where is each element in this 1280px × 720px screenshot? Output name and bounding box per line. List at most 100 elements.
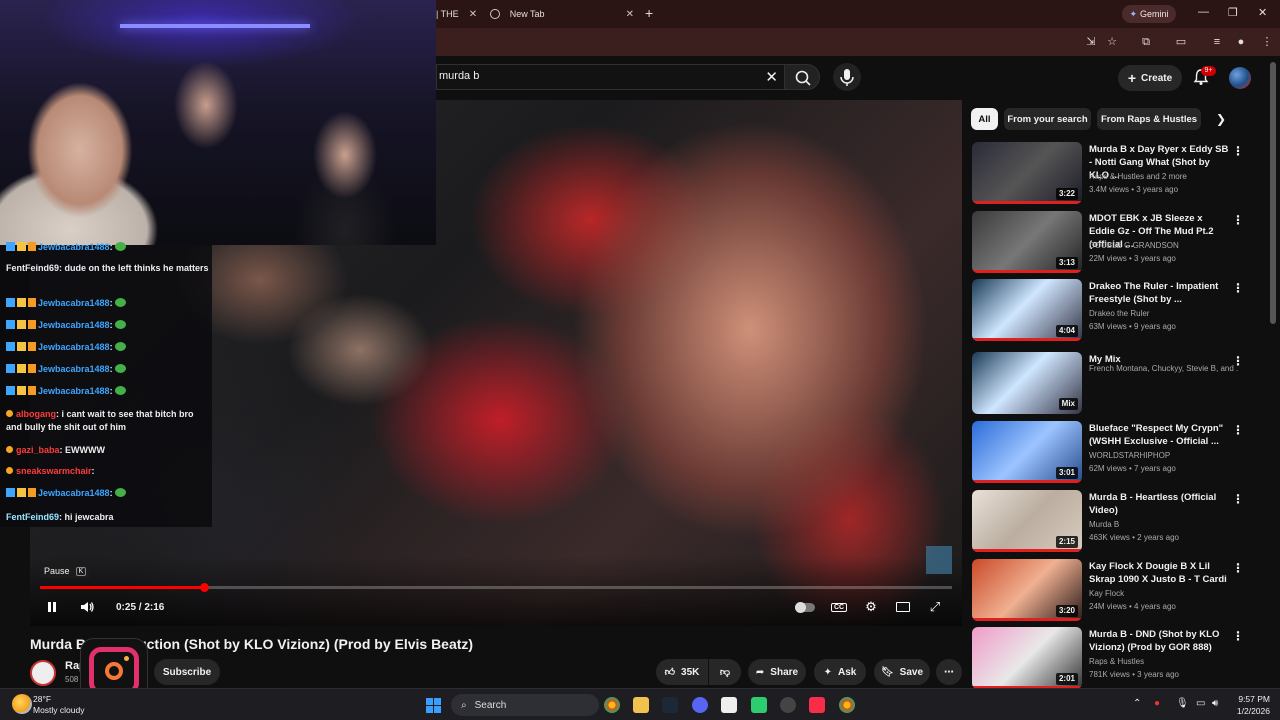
chat-username[interactable]: Jewbacabra1488 xyxy=(38,386,110,396)
gemini-button[interactable]: ✦ Gemini xyxy=(1122,5,1176,23)
obs-icon[interactable] xyxy=(780,697,796,713)
menu-kebab-icon[interactable]: ⋮ xyxy=(1260,35,1274,49)
reading-list-icon[interactable]: ≡ xyxy=(1210,35,1224,49)
settings-button[interactable]: ⚙ xyxy=(860,597,882,617)
extensions-icon[interactable]: ⧉ xyxy=(1139,35,1153,49)
chat-username[interactable]: Jewbacabra1488 xyxy=(38,242,110,252)
recommendation-channel[interactable]: DOUBLE G GRANDSON xyxy=(1089,241,1239,250)
side-panel-icon[interactable]: ▭ xyxy=(1174,35,1188,49)
chat-username[interactable]: FentFeind69 xyxy=(6,263,59,273)
recommendation-item[interactable]: 3:20 Kay Flock X Dougie B X Lil Skrap 109… xyxy=(972,559,1260,623)
taskbar-search[interactable]: ⌕ Search xyxy=(451,694,599,716)
chrome-icon[interactable] xyxy=(604,697,620,713)
start-button[interactable] xyxy=(426,698,441,713)
recommendation-channel[interactable]: Raps & Hustles and 2 more xyxy=(1089,172,1239,181)
page-scrollbar[interactable] xyxy=(1270,62,1276,324)
chat-username[interactable]: Jewbacabra1488 xyxy=(38,364,110,374)
video-thumbnail[interactable]: 2:01 xyxy=(972,627,1082,689)
autoplay-toggle[interactable] xyxy=(794,597,816,617)
chat-username[interactable]: sneakswarmchair xyxy=(16,466,92,476)
video-thumbnail[interactable]: Mix xyxy=(972,352,1082,414)
chat-username[interactable]: albogang xyxy=(16,409,56,419)
profile-icon[interactable]: ● xyxy=(1234,35,1248,49)
recommendation-item[interactable]: 4:04 Drakeo The Ruler - Impatient Freesty… xyxy=(972,279,1260,343)
pause-button[interactable] xyxy=(42,597,62,617)
video-thumbnail[interactable]: 3:01 xyxy=(972,421,1082,483)
search-button[interactable] xyxy=(784,64,820,90)
channel-avatar[interactable] xyxy=(30,660,56,686)
speaker-icon[interactable]: 🔊︎ xyxy=(1212,698,1218,709)
browser-tab-new[interactable]: New Tab ✕ xyxy=(484,2,634,26)
microphone-tray-icon[interactable]: 🎙︎ xyxy=(1176,698,1189,709)
capcut-icon[interactable] xyxy=(721,697,737,713)
ask-button[interactable]: ✦ Ask xyxy=(814,659,866,685)
recommendation-title[interactable]: Kay Flock X Dougie B X Lil Skrap 1090 X … xyxy=(1089,560,1229,586)
recommendation-channel[interactable]: WORLDSTARHIPHOP xyxy=(1089,451,1239,460)
restore-icon[interactable]: ❐ xyxy=(1228,6,1238,19)
video-thumbnail[interactable]: 3:13 xyxy=(972,211,1082,273)
install-icon[interactable]: ⇲ xyxy=(1084,35,1098,49)
chat-username[interactable]: Jewbacabra1488 xyxy=(38,342,110,352)
recommendation-item[interactable]: 2:01 Murda B - DND (Shot by KLO Vizionz) … xyxy=(972,627,1260,691)
more-options-icon[interactable]: ⋮ xyxy=(1232,354,1244,368)
recommendation-title[interactable]: Murda B - Heartless (Official Video) xyxy=(1089,491,1229,517)
music-icon[interactable] xyxy=(809,697,825,713)
recommendation-item[interactable]: Mix My Mix French Montana, Chuckyy, Stevie… xyxy=(972,352,1260,416)
bookmark-star-icon[interactable]: ☆ xyxy=(1105,35,1119,49)
captions-button[interactable]: CC xyxy=(828,597,850,617)
recommendation-channel[interactable]: Drakeo the Ruler xyxy=(1089,309,1239,318)
close-tab-icon[interactable]: ✕ xyxy=(626,9,634,20)
save-button[interactable]: 🔖︎ Save xyxy=(874,659,930,685)
video-thumbnail[interactable]: 3:22 xyxy=(972,142,1082,204)
discord-icon[interactable] xyxy=(692,697,708,713)
more-options-icon[interactable]: ⋮ xyxy=(1232,423,1244,437)
close-tab-icon[interactable]: ✕ xyxy=(469,9,477,20)
clear-search-icon[interactable]: ✕ xyxy=(765,68,778,86)
fullscreen-button[interactable]: ⤢ xyxy=(924,597,946,617)
create-button[interactable]: + Create xyxy=(1118,65,1182,91)
more-options-icon[interactable]: ⋮ xyxy=(1232,492,1244,506)
voice-search-button[interactable] xyxy=(833,63,861,91)
progress-bar[interactable] xyxy=(40,583,952,592)
share-button[interactable]: ➦ Share xyxy=(748,659,806,685)
search-input[interactable]: murda b ✕ xyxy=(436,64,784,90)
recommendation-title[interactable]: Blueface "Respect My Crypn" (WSHH Exclus… xyxy=(1089,422,1229,448)
chat-username[interactable]: Jewbacabra1488 xyxy=(38,298,110,308)
recommendation-title[interactable]: Drakeo The Ruler - Impatient Freestyle (… xyxy=(1089,280,1229,306)
chevron-right-icon[interactable]: ❯ xyxy=(1216,112,1226,126)
chat-username[interactable]: gazi_baba xyxy=(16,445,60,455)
channel-watermark[interactable] xyxy=(926,546,952,574)
recommendation-channel[interactable]: Murda B xyxy=(1089,520,1239,529)
chat-username[interactable]: Jewbacabra1488 xyxy=(38,320,110,330)
app-icon[interactable] xyxy=(751,697,767,713)
steam-icon[interactable] xyxy=(662,697,678,713)
recommendation-item[interactable]: 2:15 Murda B - Heartless (Official Video)… xyxy=(972,490,1260,554)
more-options-icon[interactable]: ⋮ xyxy=(1232,144,1244,158)
tray-overflow-icon[interactable]: ⌃ xyxy=(1133,698,1141,709)
address-bar[interactable] xyxy=(436,31,1076,53)
more-options-icon[interactable]: ⋮ xyxy=(1232,629,1244,643)
video-thumbnail[interactable]: 3:20 xyxy=(972,559,1082,621)
volume-button[interactable] xyxy=(76,597,98,617)
more-options-icon[interactable]: ⋮ xyxy=(1232,281,1244,295)
new-tab-icon[interactable]: + xyxy=(645,5,653,21)
recommendation-title[interactable]: Murda B - DND (Shot by KLO Vizionz) (Pro… xyxy=(1089,628,1229,654)
recommendation-item[interactable]: 3:22 Murda B x Day Ryer x Eddy SB - Notti… xyxy=(972,142,1260,206)
file-explorer-icon[interactable] xyxy=(633,697,649,713)
recommendation-channel[interactable]: Kay Flock xyxy=(1089,589,1239,598)
recommendation-channel[interactable]: Raps & Hustles xyxy=(1089,657,1239,666)
weather-icon[interactable] xyxy=(12,694,32,714)
subscribe-button[interactable]: Subscribe xyxy=(154,659,220,685)
recommendation-item[interactable]: 3:13 MDOT EBK x JB Sleeze x Eddie Gz - Of… xyxy=(972,211,1260,275)
account-avatar[interactable] xyxy=(1229,67,1251,89)
more-options-icon[interactable]: ⋮ xyxy=(1232,561,1244,575)
video-thumbnail[interactable]: 2:15 xyxy=(972,490,1082,552)
like-button[interactable]: 👍︎ 35K xyxy=(656,659,708,685)
recommendation-channel[interactable]: French Montana, Chuckyy, Stevie B, and .… xyxy=(1089,364,1239,373)
more-options-icon[interactable]: ⋮ xyxy=(1232,213,1244,227)
chip-all[interactable]: All xyxy=(971,108,998,130)
tray-app-icon[interactable]: ● xyxy=(1154,698,1160,709)
more-actions-button[interactable]: ⋯ xyxy=(936,659,962,685)
chat-username[interactable]: Jewbacabra1488 xyxy=(38,488,110,498)
chip-from-your-search[interactable]: From your search xyxy=(1004,108,1091,130)
